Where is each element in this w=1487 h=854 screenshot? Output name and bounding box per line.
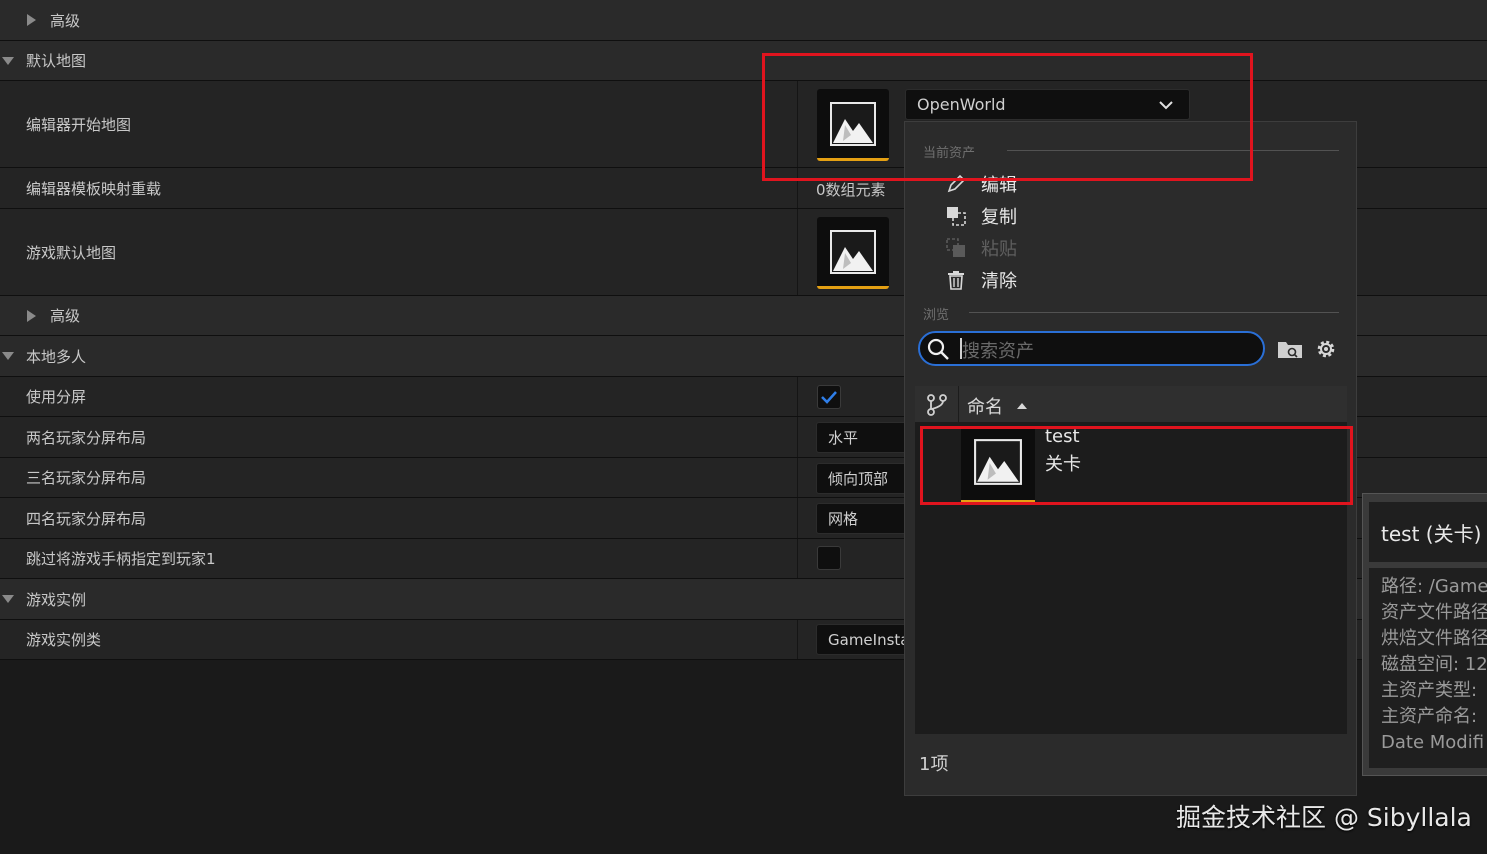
row-label: 使用分屏 bbox=[26, 388, 87, 406]
dropdown-value: 水平 bbox=[828, 429, 859, 447]
name-column-header[interactable]: 命名 bbox=[967, 393, 1003, 419]
paste-icon bbox=[945, 237, 967, 259]
category-label: 默认地图 bbox=[26, 52, 87, 70]
tooltip-primary-asset-type: 主资产类型: bbox=[1381, 680, 1478, 701]
category-default-maps[interactable]: 默认地图 bbox=[0, 41, 1487, 81]
advanced-row-top[interactable]: 高级 bbox=[0, 0, 1487, 41]
tooltip-details: 路径: /Game 资产文件路径 烘焙文件路径 磁盘空间: 12 主资产类型: … bbox=[1381, 574, 1487, 756]
skip-gamepad-checkbox[interactable] bbox=[817, 546, 841, 570]
tooltip-details-box: 路径: /Game 资产文件路径 烘焙文件路径 磁盘空间: 12 主资产类型: … bbox=[1369, 568, 1487, 768]
watermark: 掘金技术社区 @ Sibyllala bbox=[1176, 803, 1472, 832]
collapse-arrow-icon[interactable] bbox=[2, 352, 14, 360]
tooltip-path: 路径: /Game bbox=[1381, 576, 1487, 597]
column-splitter[interactable] bbox=[797, 458, 798, 497]
three-player-layout-dropdown[interactable]: 倾向顶部 bbox=[816, 463, 916, 494]
collapse-arrow-icon[interactable] bbox=[2, 595, 14, 603]
column-divider[interactable] bbox=[958, 386, 959, 422]
highlight-box-asset-item bbox=[920, 426, 1353, 505]
browse-header: 浏览 bbox=[923, 308, 950, 323]
row-label: 游戏实例类 bbox=[26, 631, 102, 649]
row-label: 高级 bbox=[50, 307, 81, 325]
paste-menu-item[interactable]: 粘贴 bbox=[945, 234, 1017, 262]
expand-arrow-icon[interactable] bbox=[27, 14, 36, 26]
clear-menu-item[interactable]: 清除 bbox=[945, 266, 1017, 294]
expand-arrow-icon[interactable] bbox=[27, 310, 36, 322]
tooltip-disk-space: 磁盘空间: 12 bbox=[1381, 654, 1487, 675]
row-label: 两名玩家分屏布局 bbox=[26, 428, 147, 447]
column-header-row: 命名 bbox=[915, 386, 1347, 422]
search-icon bbox=[927, 338, 949, 360]
menu-item-label: 复制 bbox=[981, 207, 1017, 228]
row-label: 跳过将游戏手柄指定到玩家1 bbox=[26, 550, 216, 568]
highlight-box-combo bbox=[762, 53, 1253, 181]
game-instance-class-dropdown[interactable]: GameInsta bbox=[816, 624, 916, 655]
two-player-layout-dropdown[interactable]: 水平 bbox=[816, 422, 916, 453]
tooltip-title: test (关卡) bbox=[1381, 522, 1482, 546]
row-label: 游戏默认地图 bbox=[26, 243, 117, 262]
dropdown-value: 倾向顶部 bbox=[828, 470, 889, 488]
column-splitter[interactable] bbox=[797, 417, 798, 457]
folder-browse-icon[interactable] bbox=[1277, 339, 1303, 359]
divider bbox=[969, 312, 1339, 313]
sort-ascending-icon bbox=[1017, 403, 1027, 409]
column-splitter[interactable] bbox=[797, 209, 798, 295]
tooltip-asset-file-path: 资产文件路径 bbox=[1381, 602, 1487, 623]
trash-icon bbox=[945, 269, 967, 291]
copy-menu-item[interactable]: 复制 bbox=[945, 202, 1017, 230]
level-icon bbox=[830, 230, 876, 274]
map-thumbnail[interactable] bbox=[817, 217, 889, 289]
source-branch-icon[interactable] bbox=[927, 394, 947, 416]
menu-item-label: 清除 bbox=[981, 271, 1017, 292]
row-label: 高级 bbox=[50, 11, 81, 30]
column-splitter[interactable] bbox=[797, 377, 798, 416]
checkmark-icon bbox=[821, 391, 837, 404]
tooltip-primary-asset-name: 主资产命名: bbox=[1381, 706, 1478, 727]
category-label: 本地多人 bbox=[26, 347, 87, 366]
item-count: 1项 bbox=[919, 754, 949, 775]
menu-item-label: 粘贴 bbox=[981, 239, 1017, 260]
tooltip-date-modified: Date Modifi bbox=[1381, 732, 1485, 753]
collapse-arrow-icon[interactable] bbox=[2, 57, 14, 65]
tooltip-cooked-file-path: 烘焙文件路径 bbox=[1381, 628, 1487, 649]
row-label: 编辑器开始地图 bbox=[26, 115, 132, 134]
column-splitter[interactable] bbox=[797, 620, 798, 659]
four-player-layout-dropdown[interactable]: 网格 bbox=[816, 503, 916, 534]
tooltip-title-box: test (关卡) bbox=[1369, 502, 1487, 562]
column-splitter[interactable] bbox=[797, 539, 798, 578]
row-label: 三名玩家分屏布局 bbox=[26, 469, 147, 487]
dropdown-value: GameInsta bbox=[828, 630, 910, 649]
asset-tooltip: test (关卡) 路径: /Game 资产文件路径 烘焙文件路径 磁盘空间: … bbox=[1362, 493, 1487, 776]
row-label: 四名玩家分屏布局 bbox=[26, 509, 147, 528]
column-splitter[interactable] bbox=[797, 498, 798, 538]
search-box[interactable]: 搜索资产 bbox=[918, 331, 1265, 366]
copy-icon bbox=[945, 205, 967, 227]
row-label: 编辑器模板映射重载 bbox=[26, 179, 162, 198]
dropdown-value: 网格 bbox=[828, 510, 859, 528]
search-placeholder: 搜索资产 bbox=[962, 341, 1034, 362]
settings-gear-icon[interactable] bbox=[1314, 337, 1338, 361]
use-splitscreen-checkbox[interactable] bbox=[817, 385, 841, 409]
array-element-count: 0数组元素 bbox=[816, 181, 886, 199]
category-label: 游戏实例 bbox=[26, 590, 87, 609]
